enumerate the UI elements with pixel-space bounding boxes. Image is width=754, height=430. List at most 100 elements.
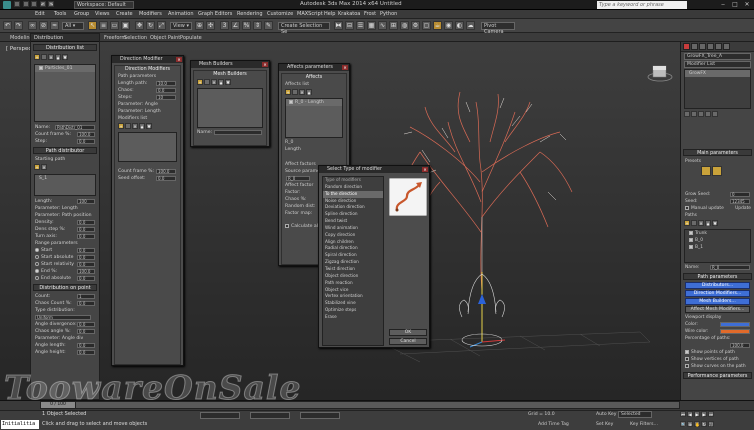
close-icon[interactable]: ✕: [262, 62, 268, 67]
utilities-tab-icon[interactable]: [723, 43, 730, 50]
length-spinner[interactable]: 100: [77, 199, 95, 204]
performance-params-title[interactable]: Performance parameters: [683, 372, 752, 379]
delete-icon[interactable]: ✕: [48, 54, 54, 60]
hierarchy-tab-icon[interactable]: [699, 43, 706, 50]
menu-group[interactable]: Group: [74, 11, 89, 17]
search-input[interactable]: Type a keyword or phrase: [597, 1, 687, 9]
scale-icon[interactable]: ⤢: [157, 21, 166, 30]
edit-named-sets-icon[interactable]: ✎: [264, 21, 273, 30]
move-up-icon[interactable]: ▲: [306, 89, 312, 95]
modifier-type-item[interactable]: Spiral direction: [323, 252, 383, 259]
zoom-all-icon[interactable]: ⊕: [687, 421, 693, 427]
tab-freeform[interactable]: Freeform: [104, 35, 126, 41]
modifier-list-dropdown[interactable]: Modifier List: [684, 61, 751, 68]
wire-color-swatch[interactable]: [720, 329, 750, 334]
mesh-builders-button[interactable]: Mesh Builders...: [685, 298, 750, 305]
render-production-icon[interactable]: ☕: [433, 21, 442, 30]
modifier-type-item[interactable]: To the direction: [323, 190, 383, 198]
window-crossing-icon[interactable]: ▣: [121, 21, 130, 30]
chaos-angle-spinner[interactable]: 0.0: [77, 329, 95, 334]
close-icon[interactable]: ✕: [342, 65, 348, 70]
show-vertices-checkbox[interactable]: [685, 356, 689, 361]
list-item[interactable]: B_0: [685, 237, 750, 244]
go-to-end-icon[interactable]: ⏭: [708, 411, 714, 417]
x-coordinate-field[interactable]: [200, 412, 240, 419]
modifier-type-item[interactable]: Spline direction: [323, 211, 383, 218]
paths-list[interactable]: Trunk B_0 B_1: [684, 229, 751, 263]
affects-list[interactable]: R_0 - Length: [285, 98, 343, 138]
density-spinner[interactable]: 0.0: [77, 220, 95, 225]
menu-frost[interactable]: Frost: [364, 11, 376, 17]
open-file-icon[interactable]: [22, 1, 29, 7]
show-points-checkbox[interactable]: [685, 349, 689, 354]
move-icon[interactable]: ✥: [135, 21, 144, 30]
start-relativity-radio[interactable]: [35, 261, 39, 266]
delete-icon[interactable]: ✕: [132, 123, 138, 129]
param-length-row[interactable]: Parameter: Length: [115, 108, 180, 115]
schematic-view-icon[interactable]: ⊞: [389, 21, 398, 30]
move-up-icon[interactable]: ▲: [55, 54, 61, 60]
orbit-icon[interactable]: ↻: [701, 421, 707, 427]
render-online-icon[interactable]: ☁: [466, 21, 475, 30]
seed-spinner[interactable]: 12345: [730, 199, 750, 204]
pivot-camera-button[interactable]: Pivot Camera: [481, 22, 515, 35]
snaps-toggle-icon[interactable]: 3: [220, 21, 229, 30]
menu-help[interactable]: Help: [324, 11, 335, 17]
path-distributor-title[interactable]: Path distributor: [33, 147, 97, 154]
add-modifier-icon[interactable]: +: [118, 123, 124, 129]
chaos-spinner[interactable]: 0.0: [156, 88, 176, 93]
modifier-type-item[interactable]: Path reaction: [323, 280, 383, 287]
source-param-dropdown[interactable]: R_0: [286, 176, 310, 181]
add-time-tag-button[interactable]: Add Time Tag: [538, 422, 569, 427]
seed-offset-spinner[interactable]: 0.0: [156, 176, 176, 181]
path-enabled-checkbox[interactable]: [689, 244, 693, 249]
rect-selection-icon[interactable]: ▭: [110, 21, 119, 30]
menu-create[interactable]: Create: [116, 11, 133, 17]
enabled-checkbox[interactable]: [39, 65, 43, 70]
remove-modifier-icon[interactable]: [705, 111, 711, 117]
add-path-icon[interactable]: +: [684, 220, 690, 226]
move-down-icon[interactable]: ▼: [225, 79, 231, 85]
add-mesh-icon[interactable]: +: [197, 79, 203, 85]
copy-icon[interactable]: [204, 79, 210, 85]
steps-spinner[interactable]: 10: [156, 95, 176, 100]
modifier-type-item[interactable]: Optimize steps: [323, 307, 383, 314]
angle-div-spinner[interactable]: 0.0: [77, 322, 95, 327]
modifier-type-item[interactable]: Wind animation: [323, 225, 383, 232]
key-filters-button[interactable]: Key Filters...: [630, 422, 658, 427]
reference-coord-dropdown[interactable]: View ▾: [170, 22, 192, 30]
pick-path-icon[interactable]: +: [34, 164, 40, 170]
named-selection-sets-dropdown[interactable]: Create Selection Se: [278, 22, 330, 35]
move-up-icon[interactable]: ▲: [139, 123, 145, 129]
move-up-icon[interactable]: ▲: [218, 79, 224, 85]
copy-icon[interactable]: [691, 220, 697, 226]
path-name-input[interactable]: R_0: [710, 265, 750, 270]
move-up-icon[interactable]: ▲: [705, 220, 711, 226]
menu-customize[interactable]: Customize: [267, 11, 293, 17]
move-down-icon[interactable]: ▼: [712, 220, 718, 226]
pin-stack-icon[interactable]: [684, 111, 690, 117]
list-item[interactable]: S_1: [35, 175, 95, 182]
modify-tab-icon[interactable]: [691, 43, 698, 50]
motion-tab-icon[interactable]: [707, 43, 714, 50]
param-angle-row[interactable]: Parameter: Angle: [115, 101, 180, 108]
graphite-toggle-icon[interactable]: ▦: [367, 21, 376, 30]
end-radio[interactable]: [35, 268, 39, 273]
menu-views[interactable]: Views: [95, 11, 109, 17]
display-tab-icon[interactable]: [715, 43, 722, 50]
ok-button[interactable]: OK: [389, 329, 427, 336]
percent-snap-icon[interactable]: %: [242, 21, 251, 30]
list-item[interactable]: Particles_01: [35, 65, 95, 72]
modifier-type-item[interactable]: Radial direction: [323, 245, 383, 252]
app-logo-icon[interactable]: [3, 1, 11, 9]
angle-length-spinner[interactable]: 0.0: [77, 343, 95, 348]
minimize-icon[interactable]: ‒: [718, 1, 728, 9]
copy-icon[interactable]: [41, 54, 47, 60]
undo-icon[interactable]: ↶: [3, 21, 12, 30]
modifier-type-item[interactable]: Random direction: [323, 184, 383, 191]
y-coordinate-field[interactable]: [250, 412, 290, 419]
dialog-caption[interactable]: Mesh Builders ✕: [191, 61, 269, 68]
distribution-on-point-title[interactable]: Distribution on point: [33, 284, 97, 291]
remove-path-icon[interactable]: ✕: [41, 164, 47, 170]
make-unique-icon[interactable]: [698, 111, 704, 117]
